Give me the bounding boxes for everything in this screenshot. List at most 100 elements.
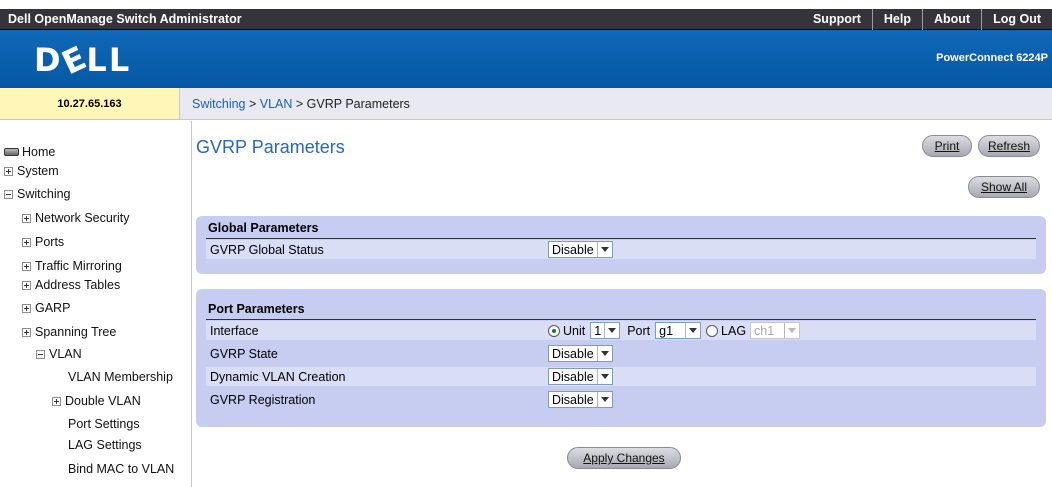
breadcrumb-current: GVRP Parameters xyxy=(306,97,410,111)
gvrp-registration-label: GVRP Registration xyxy=(210,393,316,407)
expand-icon[interactable] xyxy=(22,213,31,223)
breadcrumb-bar: Switching > VLAN > GVRP Parameters xyxy=(180,88,1052,120)
sidebar-item-ports[interactable]: Ports xyxy=(22,235,64,249)
breadcrumb-separator: > xyxy=(245,97,260,111)
interface-row: Interface Unit 1 Port g1 LAG ch1 xyxy=(206,321,1036,340)
sidebar-item-home[interactable]: Home xyxy=(4,145,55,159)
sidebar-item-label: VLAN xyxy=(49,347,82,361)
chevron-down-icon xyxy=(596,392,612,407)
select-value: ch1 xyxy=(754,323,775,338)
refresh-button[interactable]: Refresh xyxy=(978,135,1040,157)
show-all-button[interactable]: Show All xyxy=(968,176,1040,198)
sidebar-item-bind-mac[interactable]: Bind MAC to VLAN xyxy=(68,462,174,476)
select-value: Disable xyxy=(552,369,594,384)
gvrp-state-row: GVRP State Disable xyxy=(206,344,1036,363)
sidebar-item-double-vlan[interactable]: Double VLAN xyxy=(52,394,141,408)
interface-label: Interface xyxy=(210,324,259,338)
select-value: g1 xyxy=(659,323,674,338)
port-parameters-panel: Port Parameters Interface Unit 1 Port g1… xyxy=(196,289,1046,427)
breadcrumb-switching[interactable]: Switching xyxy=(192,97,246,111)
chevron-down-icon xyxy=(784,323,800,338)
chevron-down-icon xyxy=(596,346,612,361)
expand-icon[interactable] xyxy=(4,166,13,176)
gvrp-registration-row: GVRP Registration Disable xyxy=(206,390,1036,409)
device-ip: 10.27.65.163 xyxy=(0,88,180,120)
sidebar-item-vlan[interactable]: VLAN xyxy=(36,347,82,361)
expand-icon[interactable] xyxy=(52,396,61,406)
sidebar-item-label: Port Settings xyxy=(68,417,140,431)
sidebar-item-label: GARP xyxy=(35,301,71,315)
gvrp-state-select[interactable]: Disable xyxy=(548,345,613,362)
collapse-icon[interactable] xyxy=(4,189,13,199)
unit-select[interactable]: 1 xyxy=(590,322,621,339)
global-parameters-panel: Global Parameters GVRP Global Status Dis… xyxy=(196,216,1046,274)
expand-icon[interactable] xyxy=(22,327,31,337)
select-value: Disable xyxy=(552,242,594,257)
brand-banner: DELL PowerConnect 6224P xyxy=(0,30,1052,88)
lag-label: LAG xyxy=(721,323,747,338)
sidebar-item-spanning-tree[interactable]: Spanning Tree xyxy=(22,325,116,339)
page-title: GVRP Parameters xyxy=(196,137,345,157)
sidebar-item-label: Home xyxy=(22,145,56,159)
breadcrumb: Switching > VLAN > GVRP Parameters xyxy=(192,97,410,111)
lag-radio[interactable] xyxy=(706,324,719,337)
dynamic-vlan-creation-label: Dynamic VLAN Creation xyxy=(210,370,346,384)
help-link[interactable]: Help xyxy=(871,9,922,30)
panel-title: Port Parameters xyxy=(208,302,305,316)
print-button[interactable]: Print xyxy=(922,135,972,157)
support-link[interactable]: Support xyxy=(802,9,872,30)
sidebar-item-address-tables[interactable]: Address Tables xyxy=(22,278,120,292)
sidebar-item-lag-settings[interactable]: LAG Settings xyxy=(68,438,142,452)
expand-icon[interactable] xyxy=(22,237,31,247)
about-link[interactable]: About xyxy=(921,9,981,30)
chevron-down-icon xyxy=(685,323,701,338)
top-bar: Dell OpenManage Switch Administrator Sup… xyxy=(0,9,1052,30)
gvrp-global-status-row: GVRP Global Status Disable xyxy=(206,240,1036,259)
sidebar-item-network-security[interactable]: Network Security xyxy=(22,211,129,225)
sidebar-item-label: Ports xyxy=(35,235,65,249)
sidebar-item-label: Network Security xyxy=(35,211,130,225)
sidebar-item-port-settings[interactable]: Port Settings xyxy=(68,417,140,431)
sidebar-item-label: System xyxy=(17,164,59,178)
sidebar-item-vlan-membership[interactable]: VLAN Membership xyxy=(68,370,173,384)
home-icon xyxy=(4,148,19,156)
sidebar-item-traffic-mirroring[interactable]: Traffic Mirroring xyxy=(22,259,122,273)
select-value: Disable xyxy=(552,346,594,361)
select-value: 1 xyxy=(594,323,602,338)
sidebar-item-label: Double VLAN xyxy=(65,394,141,408)
expand-icon[interactable] xyxy=(22,303,31,313)
collapse-icon[interactable] xyxy=(36,349,45,359)
unit-label: Unit xyxy=(563,323,586,338)
sidebar-item-label: Address Tables xyxy=(35,278,121,292)
expand-icon[interactable] xyxy=(22,261,31,271)
select-value: Disable xyxy=(552,392,594,407)
sidebar-item-garp[interactable]: GARP xyxy=(22,301,70,315)
port-select[interactable]: g1 xyxy=(655,322,702,339)
divider xyxy=(206,319,1036,320)
chevron-down-icon xyxy=(596,369,612,384)
sidebar-item-system[interactable]: System xyxy=(4,164,59,178)
unit-radio[interactable] xyxy=(548,324,560,337)
logout-link[interactable]: Log Out xyxy=(981,9,1052,30)
expand-icon[interactable] xyxy=(22,280,31,290)
sidebar-item-label: Switching xyxy=(17,187,71,201)
sidebar-item-label: Spanning Tree xyxy=(35,325,117,339)
dynamic-vlan-creation-select[interactable]: Disable xyxy=(548,368,613,385)
sidebar-nav: Home System Switching Network Security P… xyxy=(0,121,192,487)
breadcrumb-separator: > xyxy=(292,97,307,111)
gvrp-registration-select[interactable]: Disable xyxy=(548,391,613,408)
apply-changes-button[interactable]: Apply Changes xyxy=(567,447,681,469)
divider xyxy=(206,238,1036,239)
port-label: Port xyxy=(627,323,651,338)
sidebar-item-label: LAG Settings xyxy=(68,438,142,452)
breadcrumb-vlan[interactable]: VLAN xyxy=(260,97,293,111)
sidebar-item-label: VLAN Membership xyxy=(68,370,173,384)
product-name: PowerConnect 6224P xyxy=(936,52,1048,64)
gvrp-global-status-select[interactable]: Disable xyxy=(548,241,613,258)
sidebar-item-switching[interactable]: Switching xyxy=(4,187,71,201)
panel-title: Global Parameters xyxy=(208,221,319,235)
lag-select: ch1 xyxy=(750,322,801,339)
chevron-down-icon xyxy=(604,323,620,338)
dell-logo: DELL xyxy=(34,37,132,83)
top-nav: Support Help About Log Out xyxy=(802,9,1052,30)
